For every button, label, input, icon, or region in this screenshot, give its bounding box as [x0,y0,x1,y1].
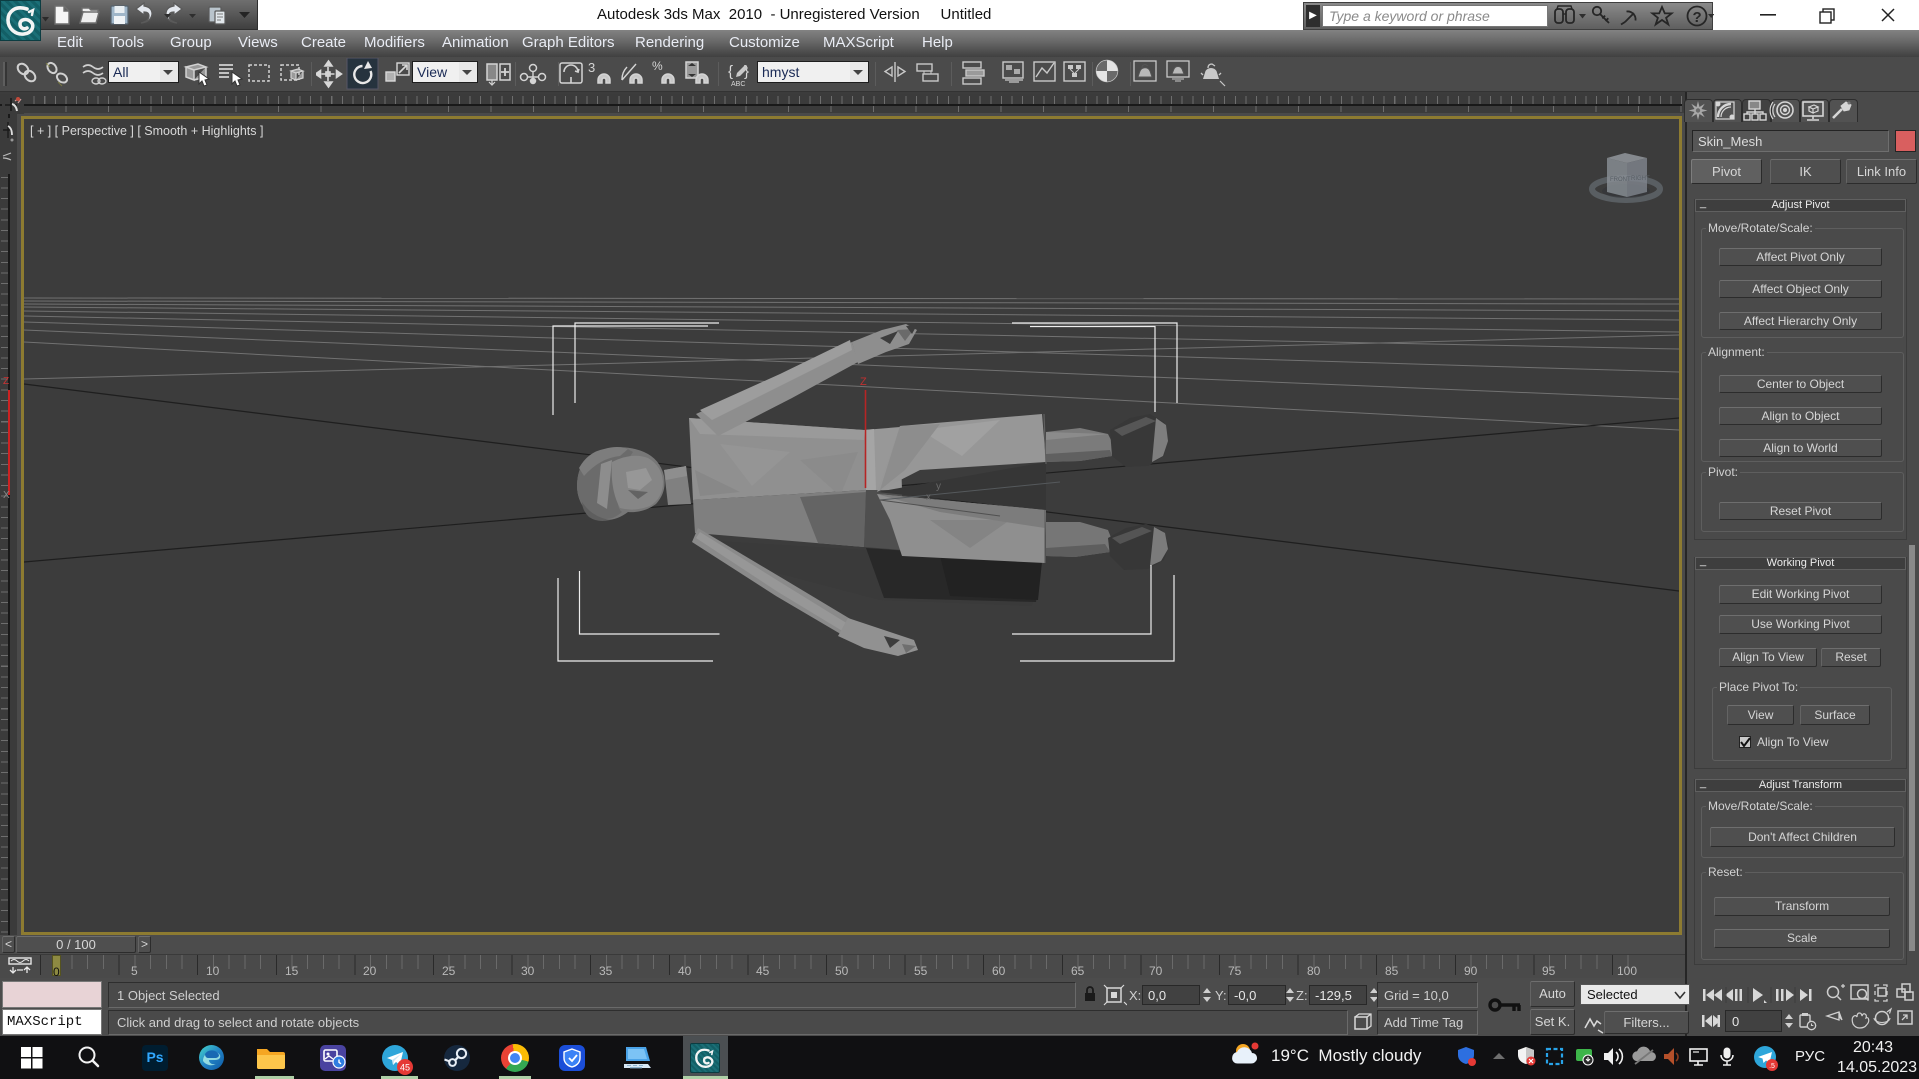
svg-text:.5: .5 [1769,1063,1775,1070]
svg-text:[ + ] [ Perspective ] [ Smooth: [ + ] [ Perspective ] [ Smooth + Highlig… [30,124,263,138]
svg-text:{: { [728,63,733,80]
svg-text:y: y [936,481,941,492]
svg-text:%: % [652,59,663,73]
svg-text:ABC: ABC [731,81,745,88]
svg-text:FRONT: FRONT [1610,177,1631,183]
svg-text:RIGHT: RIGHT [1631,176,1650,182]
svg-text:Z: Z [860,376,867,388]
svg-text:x: x [926,492,931,503]
svg-text:3: 3 [588,60,595,75]
svg-text:45: 45 [400,1063,410,1073]
svg-text:?: ? [1693,9,1702,26]
